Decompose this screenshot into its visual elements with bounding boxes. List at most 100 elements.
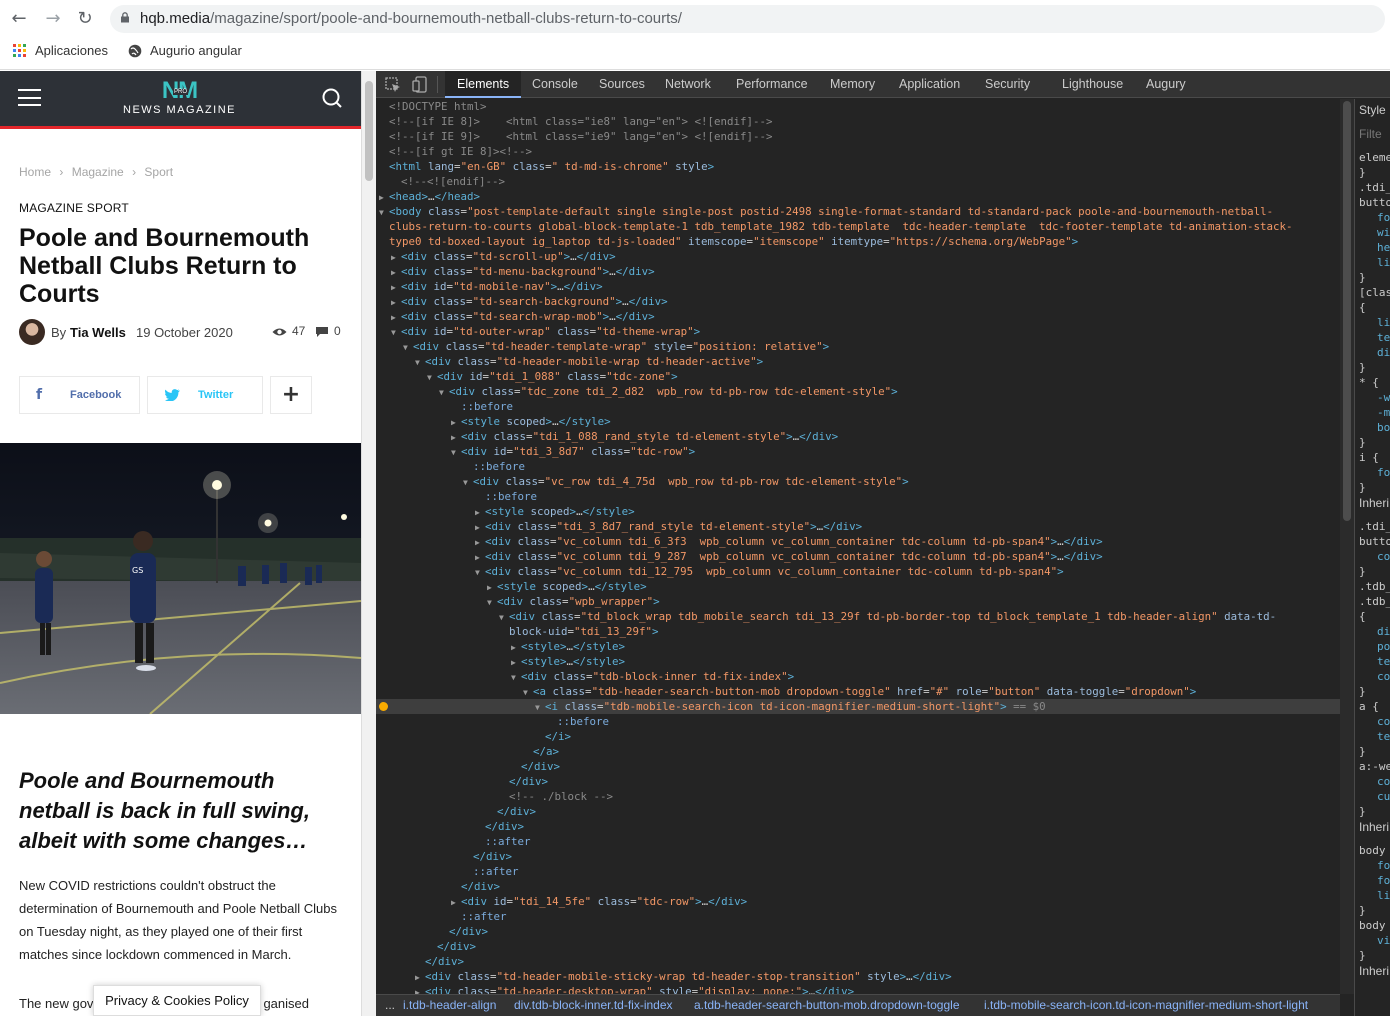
dom-node[interactable]: ▶ <div id="td-mobile-nav">…</div> bbox=[376, 279, 1340, 294]
page-scrollbar-thumb[interactable] bbox=[365, 81, 373, 181]
forward-icon[interactable]: → bbox=[42, 8, 64, 30]
dom-node[interactable]: ▶ <div id="tdi_14_5fe" class="tdc-row">…<… bbox=[376, 894, 1340, 909]
dom-node[interactable]: ▶ <div class="vc_column tdi_6_3f3 wpb_col… bbox=[376, 534, 1340, 549]
tab-sources[interactable]: Sources bbox=[599, 71, 645, 98]
dom-node[interactable]: ▼ <div class="wpb_wrapper"> bbox=[376, 594, 1340, 609]
expanded-triangle-icon[interactable]: ▼ bbox=[439, 385, 449, 400]
dom-node[interactable]: ▶ <style scoped>…</style> bbox=[376, 504, 1340, 519]
dom-node[interactable]: ▼ <div class="td-header-mobile-wrap td-he… bbox=[376, 354, 1340, 369]
dom-node[interactable]: ▶ <style>…</style> bbox=[376, 654, 1340, 669]
tab-memory[interactable]: Memory bbox=[830, 71, 875, 98]
tab-console[interactable]: Console bbox=[532, 71, 578, 98]
dom-node[interactable]: ▼ <div class="tdc_zone tdi_2_d82 wpb_row … bbox=[376, 384, 1340, 399]
dom-node[interactable]: ::before bbox=[376, 489, 1340, 504]
dom-node[interactable]: </div> bbox=[376, 804, 1340, 819]
dom-node[interactable]: <html lang="en-GB" class=" td-md-is-chro… bbox=[376, 159, 1340, 174]
expanded-triangle-icon[interactable]: ▼ bbox=[427, 370, 437, 385]
dom-node[interactable]: </div> bbox=[376, 774, 1340, 789]
dom-node[interactable]: ▶ <div class="td-header-desktop-wrap" sty… bbox=[376, 984, 1340, 994]
comment-icon[interactable] bbox=[315, 326, 329, 338]
dom-node[interactable]: </a> bbox=[376, 744, 1340, 759]
collapsed-triangle-icon[interactable]: ▶ bbox=[415, 985, 425, 994]
dom-node[interactable]: ▶ <div class="tdi_1_088_rand_style td-ele… bbox=[376, 429, 1340, 444]
collapsed-triangle-icon[interactable]: ▶ bbox=[379, 190, 389, 205]
dom-node[interactable]: ▼ <div class="vc_column tdi_12_795 wpb_co… bbox=[376, 564, 1340, 579]
page-scrollbar[interactable] bbox=[361, 71, 376, 1016]
dom-node[interactable]: ▶ <style>…</style> bbox=[376, 639, 1340, 654]
expanded-triangle-icon[interactable]: ▼ bbox=[391, 325, 401, 340]
hamburger-menu-icon[interactable] bbox=[18, 89, 41, 106]
breadcrumb-ellipsis[interactable]: ... bbox=[385, 995, 395, 1016]
collapsed-triangle-icon[interactable]: ▶ bbox=[451, 415, 461, 430]
collapsed-triangle-icon[interactable]: ▶ bbox=[511, 640, 521, 655]
dom-breadcrumb-item[interactable]: a.tdb-header-search-button-mob.dropdown-… bbox=[694, 995, 960, 1016]
reload-icon[interactable]: ↻ bbox=[74, 8, 96, 30]
collapsed-triangle-icon[interactable]: ▶ bbox=[391, 295, 401, 310]
collapsed-triangle-icon[interactable]: ▶ bbox=[475, 535, 485, 550]
dom-node[interactable]: ::after bbox=[376, 909, 1340, 924]
dom-node[interactable]: <!-- ./block --> bbox=[376, 789, 1340, 804]
dom-node[interactable]: <!--[if IE 8]> <html class="ie8" lang="e… bbox=[376, 114, 1340, 129]
dom-node[interactable]: ::before bbox=[376, 399, 1340, 414]
back-icon[interactable]: ← bbox=[8, 8, 30, 30]
collapsed-triangle-icon[interactable]: ▶ bbox=[415, 970, 425, 985]
bookmark-apps[interactable]: Aplicaciones bbox=[13, 43, 108, 58]
facebook-share-button[interactable]: f Facebook bbox=[19, 376, 140, 414]
tab-lighthouse[interactable]: Lighthouse bbox=[1062, 71, 1123, 98]
dom-node[interactable]: </div> bbox=[376, 954, 1340, 969]
bookmark-augurio[interactable]: Augurio angular bbox=[128, 43, 242, 58]
collapsed-triangle-icon[interactable]: ▶ bbox=[451, 430, 461, 445]
tab-augury[interactable]: Augury bbox=[1146, 71, 1186, 98]
expanded-triangle-icon[interactable]: ▼ bbox=[403, 340, 413, 355]
twitter-share-button[interactable]: Twitter bbox=[147, 376, 263, 414]
collapsed-triangle-icon[interactable]: ▶ bbox=[391, 280, 401, 295]
cookie-policy-button[interactable]: Privacy & Cookies Policy bbox=[93, 985, 261, 1016]
dom-breadcrumb-item[interactable]: i.tdb-header-align bbox=[403, 995, 496, 1016]
collapsed-triangle-icon[interactable]: ▶ bbox=[475, 550, 485, 565]
dom-node[interactable]: ▼ <div id="td-outer-wrap" class="td-theme… bbox=[376, 324, 1340, 339]
collapsed-triangle-icon[interactable]: ▶ bbox=[511, 655, 521, 670]
dom-node[interactable]: ▼ <div class="tdb-block-inner td-fix-inde… bbox=[376, 669, 1340, 684]
expanded-triangle-icon[interactable]: ▼ bbox=[487, 595, 497, 610]
author-avatar[interactable] bbox=[19, 319, 45, 345]
tab-elements[interactable]: Elements bbox=[445, 71, 522, 98]
dom-node[interactable]: <!--<![endif]--> bbox=[376, 174, 1340, 189]
expanded-triangle-icon[interactable]: ▼ bbox=[499, 610, 509, 625]
dom-node[interactable]: ▼ <a class="tdb-header-search-button-mob … bbox=[376, 684, 1340, 699]
dom-node[interactable]: ::before bbox=[376, 459, 1340, 474]
search-icon[interactable] bbox=[321, 87, 343, 109]
dom-node[interactable]: ▶ <head>…</head> bbox=[376, 189, 1340, 204]
dom-node[interactable]: <!--[if IE 9]> <html class="ie9" lang="e… bbox=[376, 129, 1340, 144]
collapsed-triangle-icon[interactable]: ▶ bbox=[391, 250, 401, 265]
collapsed-triangle-icon[interactable]: ▶ bbox=[487, 580, 497, 595]
post-categories[interactable]: MAGAZINE SPORT bbox=[19, 201, 129, 215]
styles-pane[interactable]: Style Filte eleme} .tdi_ butto fo wi he li} [clas… bbox=[1354, 99, 1390, 1016]
dom-node[interactable]: ::after bbox=[376, 834, 1340, 849]
dom-node[interactable]: ▶ <div class="td-menu-background">…</div> bbox=[376, 264, 1340, 279]
collapsed-triangle-icon[interactable]: ▶ bbox=[451, 895, 461, 910]
expanded-triangle-icon[interactable]: ▼ bbox=[451, 445, 461, 460]
collapsed-triangle-icon[interactable]: ▶ bbox=[391, 310, 401, 325]
breadcrumb-magazine[interactable]: Magazine bbox=[72, 165, 124, 179]
dom-breadcrumb-item[interactable]: div.tdb-block-inner.td-fix-index bbox=[514, 995, 673, 1016]
dom-node[interactable]: </div> bbox=[376, 879, 1340, 894]
collapsed-triangle-icon[interactable]: ▶ bbox=[475, 505, 485, 520]
dom-node[interactable]: ▶ <div class="td-scroll-up">…</div> bbox=[376, 249, 1340, 264]
dom-node[interactable]: <!DOCTYPE html> bbox=[376, 99, 1340, 114]
dom-node[interactable]: ▼ <body class="post-template-default sing… bbox=[376, 204, 1340, 219]
inspect-element-icon[interactable] bbox=[385, 77, 401, 93]
dom-node[interactable]: ::after bbox=[376, 864, 1340, 879]
dom-node[interactable]: ::before bbox=[376, 714, 1340, 729]
expanded-triangle-icon[interactable]: ▼ bbox=[535, 700, 545, 715]
dom-node[interactable]: ▼ <div class="td-header-template-wrap" st… bbox=[376, 339, 1340, 354]
dom-tree[interactable]: <!DOCTYPE html> <!--[if IE 8]> <html cla… bbox=[376, 99, 1340, 994]
dom-node[interactable]: clubs-return-to-courts global-block-temp… bbox=[376, 219, 1340, 234]
collapsed-triangle-icon[interactable]: ▶ bbox=[475, 520, 485, 535]
dom-node[interactable]: ▶ <div class="td-search-wrap-mob">…</div> bbox=[376, 309, 1340, 324]
expanded-triangle-icon[interactable]: ▼ bbox=[475, 565, 485, 580]
address-bar[interactable]: hqb.media/magazine/sport/poole-and-bourn… bbox=[110, 5, 1385, 33]
dom-node[interactable]: ▶ <div class="tdi_3_8d7_rand_style td-ele… bbox=[376, 519, 1340, 534]
dom-node[interactable]: ▼ <div class="vc_row tdi_4_75d wpb_row td… bbox=[376, 474, 1340, 489]
tab-network[interactable]: Network bbox=[665, 71, 711, 98]
author-name[interactable]: Tia Wells bbox=[70, 325, 126, 340]
